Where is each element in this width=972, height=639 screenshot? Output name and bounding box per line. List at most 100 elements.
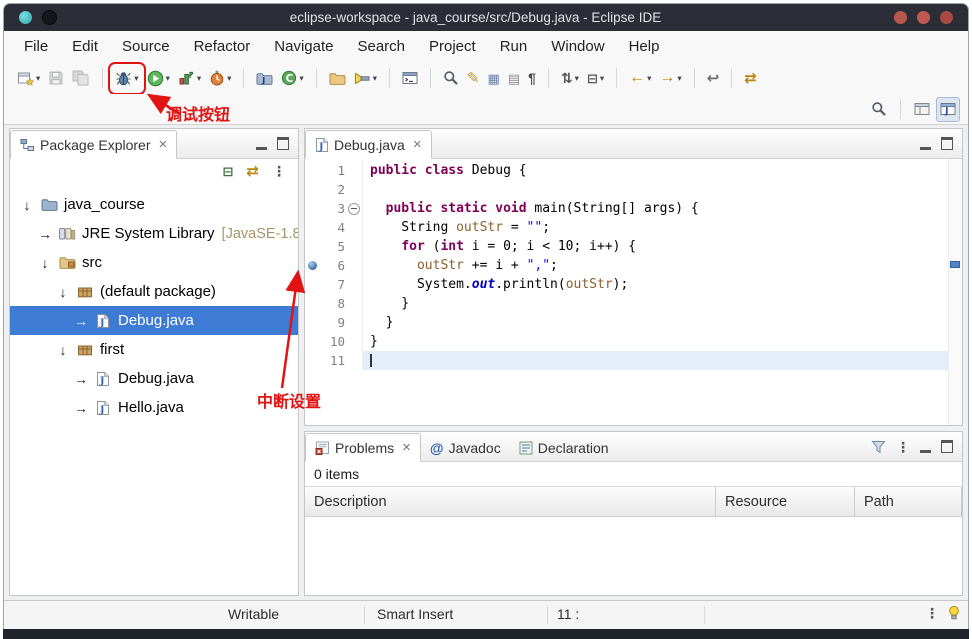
dropdown-arrow-icon[interactable]: ▾ [373, 73, 377, 84]
show-source-button[interactable]: ▤ [505, 66, 523, 91]
back-button[interactable]: ←▾ [626, 66, 654, 91]
code-line-2[interactable]: 2 [305, 180, 962, 199]
column-header-description[interactable]: Description [305, 487, 716, 516]
dropdown-arrow-icon[interactable]: ▾ [575, 73, 579, 84]
dropdown-arrow-icon[interactable]: ▾ [677, 73, 681, 84]
code-line-9[interactable]: 9 } [305, 313, 962, 332]
new-class-button[interactable]: C▾ [278, 66, 306, 91]
collapse-all-button[interactable]: ⊟ [223, 163, 234, 181]
expanded-arrow-icon[interactable]: ↓ [54, 284, 72, 300]
column-header-path[interactable]: Path [855, 487, 962, 516]
run-button[interactable]: ▾ [144, 66, 173, 91]
dropdown-arrow-icon[interactable]: ▾ [600, 73, 604, 84]
tree-item-hello-java[interactable]: →JHello.java [10, 393, 298, 422]
tree-item-debug-java[interactable]: →JDebug.java [10, 306, 298, 335]
tab-package-explorer[interactable]: Package Explorer × [10, 130, 177, 159]
profile-button[interactable]: ▾ [206, 66, 234, 91]
minimize-view-button[interactable] [256, 138, 267, 150]
code-line-5[interactable]: 5 for (int i = 0; i < 10; i++) { [305, 237, 962, 256]
open-type-button[interactable] [440, 66, 462, 91]
minimize-view-button[interactable] [920, 138, 931, 150]
dropdown-arrow-icon[interactable]: ▾ [647, 73, 651, 84]
last-edit-location-button[interactable]: ↩ [704, 66, 723, 91]
dropdown-arrow-icon[interactable]: ▾ [197, 73, 201, 84]
breakpoint-gutter[interactable] [305, 313, 319, 332]
menu-run[interactable]: Run [488, 31, 540, 62]
tab-javadoc[interactable]: @Javadoc [421, 434, 510, 461]
breakpoint-gutter[interactable] [305, 294, 319, 313]
code-editor[interactable]: 1public class Debug {23 public static vo… [305, 159, 962, 425]
expanded-arrow-icon[interactable]: ↓ [36, 255, 54, 271]
dropdown-arrow-icon[interactable]: ▾ [166, 73, 170, 84]
breakpoint-gutter[interactable] [305, 180, 319, 199]
tab-problems[interactable]: Problems× [305, 433, 421, 462]
link-with-editor-button[interactable]: ⇄ [246, 163, 259, 181]
code-line-11[interactable]: 11 [305, 351, 962, 370]
maximize-view-button[interactable] [941, 440, 953, 453]
breakpoint-gutter[interactable] [305, 199, 319, 218]
menu-window[interactable]: Window [539, 31, 616, 62]
lightbulb-icon[interactable] [948, 605, 960, 620]
dropdown-arrow-icon[interactable]: ▾ [227, 73, 231, 84]
forward-button[interactable]: →▾ [656, 66, 684, 91]
save-all-button[interactable] [69, 66, 93, 91]
open-perspective-button[interactable] [911, 97, 933, 122]
code-line-10[interactable]: 10} [305, 332, 962, 351]
tree-item-jre-system-library[interactable]: →JRE System Library[JavaSE-1.8] [10, 219, 298, 248]
search-button[interactable]: ▾ [351, 66, 380, 91]
new-button[interactable]: ▾ [14, 66, 43, 91]
view-menu-icon[interactable]: ⋮ [925, 606, 939, 620]
tree-item-debug-java[interactable]: →JDebug.java [10, 364, 298, 393]
show-annotations-button[interactable]: ▦ [485, 66, 503, 91]
menu-navigate[interactable]: Navigate [262, 31, 345, 62]
collapsed-arrow-icon[interactable]: → [72, 313, 90, 329]
breakpoint-icon[interactable] [308, 261, 317, 270]
dropdown-arrow-icon[interactable]: ▾ [36, 73, 40, 84]
view-menu-button[interactable]: ⋮ [272, 163, 286, 181]
window-control-dark-button[interactable] [42, 10, 57, 25]
console-button[interactable] [399, 66, 421, 91]
close-icon[interactable]: × [159, 137, 168, 152]
code-line-4[interactable]: 4 String outStr = ""; [305, 218, 962, 237]
menu-help[interactable]: Help [617, 31, 672, 62]
menu-source[interactable]: Source [110, 31, 182, 62]
menu-file[interactable]: File [12, 31, 60, 62]
window-close-button[interactable] [940, 11, 953, 24]
menu-search[interactable]: Search [345, 31, 417, 62]
debug-button[interactable]: ▾ [112, 66, 141, 91]
breakpoint-gutter[interactable] [305, 275, 319, 294]
tab-debug-java[interactable]: J Debug.java × [305, 130, 432, 159]
maximize-view-button[interactable] [941, 137, 953, 150]
filter-icon[interactable] [871, 440, 886, 454]
close-icon[interactable]: × [402, 440, 411, 455]
view-menu-icon[interactable]: ⋮ [896, 440, 910, 454]
menu-project[interactable]: Project [417, 31, 488, 62]
tab-declaration[interactable]: Declaration [510, 434, 618, 461]
code-line-3[interactable]: 3 public static void main(String[] args)… [305, 199, 962, 218]
collapsed-arrow-icon[interactable]: → [72, 371, 90, 387]
breakpoint-gutter[interactable] [305, 256, 319, 275]
quick-search-button[interactable] [868, 97, 890, 122]
close-icon[interactable]: × [413, 137, 422, 152]
save-button[interactable] [45, 66, 67, 91]
mark-occurrences-button[interactable]: ✎ [464, 66, 483, 91]
maximize-view-button[interactable] [277, 137, 289, 150]
menu-edit[interactable]: Edit [60, 31, 110, 62]
tree-item-default-package[interactable]: ↓(default package) [10, 277, 298, 306]
sort-button[interactable]: ⇅▾ [558, 66, 582, 91]
code-line-7[interactable]: 7 System.out.println(outStr); [305, 275, 962, 294]
breakpoint-gutter[interactable] [305, 237, 319, 256]
breakpoint-gutter[interactable] [305, 161, 319, 180]
code-line-1[interactable]: 1public class Debug { [305, 161, 962, 180]
java-perspective-button[interactable]: J [936, 97, 960, 122]
coverage-button[interactable]: ▾ [175, 66, 204, 91]
dropdown-arrow-icon[interactable]: ▾ [299, 73, 303, 84]
window-maximize-button[interactable] [917, 11, 930, 24]
column-header-resource[interactable]: Resource [716, 487, 855, 516]
open-element-button[interactable] [326, 66, 349, 91]
breakpoint-gutter[interactable] [305, 218, 319, 237]
overview-ruler[interactable] [948, 159, 962, 425]
window-minimize-button[interactable] [894, 11, 907, 24]
tree-item-java-course[interactable]: ↓java_course [10, 190, 298, 219]
show-whitespace-button[interactable]: ¶ [525, 66, 539, 91]
